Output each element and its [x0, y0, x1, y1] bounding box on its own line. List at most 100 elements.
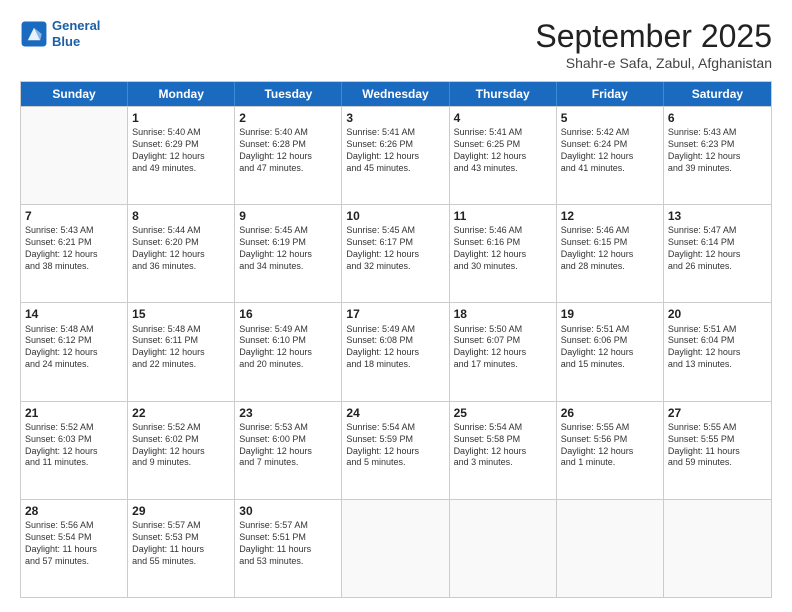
weekday-header-sunday: Sunday	[21, 82, 128, 106]
cell-info: Sunrise: 5:40 AM Sunset: 6:28 PM Dayligh…	[239, 127, 337, 175]
calendar-cell: 11Sunrise: 5:46 AM Sunset: 6:16 PM Dayli…	[450, 205, 557, 302]
day-number: 11	[454, 208, 552, 224]
day-number: 26	[561, 405, 659, 421]
cell-info: Sunrise: 5:54 AM Sunset: 5:59 PM Dayligh…	[346, 422, 444, 470]
calendar-cell: 5Sunrise: 5:42 AM Sunset: 6:24 PM Daylig…	[557, 107, 664, 204]
day-number: 6	[668, 110, 767, 126]
cell-info: Sunrise: 5:51 AM Sunset: 6:04 PM Dayligh…	[668, 324, 767, 372]
cell-info: Sunrise: 5:57 AM Sunset: 5:51 PM Dayligh…	[239, 520, 337, 568]
day-number: 5	[561, 110, 659, 126]
calendar-week-1: 1Sunrise: 5:40 AM Sunset: 6:29 PM Daylig…	[21, 106, 771, 204]
day-number: 27	[668, 405, 767, 421]
month-title: September 2025	[535, 18, 772, 55]
day-number: 12	[561, 208, 659, 224]
calendar-cell: 20 Sunrise: 5:51 AM Sunset: 6:04 PM Dayli…	[664, 303, 771, 400]
calendar-cell	[342, 500, 449, 597]
day-number: 3	[346, 110, 444, 126]
weekday-header-wednesday: Wednesday	[342, 82, 449, 106]
calendar-cell: 24Sunrise: 5:54 AM Sunset: 5:59 PM Dayli…	[342, 402, 449, 499]
logo-text: General Blue	[52, 18, 100, 49]
calendar: SundayMondayTuesdayWednesdayThursdayFrid…	[20, 81, 772, 598]
weekday-header-saturday: Saturday	[664, 82, 771, 106]
calendar-week-4: 21Sunrise: 5:52 AM Sunset: 6:03 PM Dayli…	[21, 401, 771, 499]
cell-info: Sunrise: 5:54 AM Sunset: 5:58 PM Dayligh…	[454, 422, 552, 470]
cell-info: Sunrise: 5:40 AM Sunset: 6:29 PM Dayligh…	[132, 127, 230, 175]
day-number: 9	[239, 208, 337, 224]
day-number: 13	[668, 208, 767, 224]
cell-info: Sunrise: 5:45 AM Sunset: 6:19 PM Dayligh…	[239, 225, 337, 273]
calendar-cell: 4Sunrise: 5:41 AM Sunset: 6:25 PM Daylig…	[450, 107, 557, 204]
cell-info: Sunrise: 5:41 AM Sunset: 6:25 PM Dayligh…	[454, 127, 552, 175]
cell-info: Sunrise: 5:53 AM Sunset: 6:00 PM Dayligh…	[239, 422, 337, 470]
cell-info: Sunrise: 5:44 AM Sunset: 6:20 PM Dayligh…	[132, 225, 230, 273]
cell-info: Sunrise: 5:50 AM Sunset: 6:07 PM Dayligh…	[454, 324, 552, 372]
calendar-week-5: 28Sunrise: 5:56 AM Sunset: 5:54 PM Dayli…	[21, 499, 771, 597]
weekday-header-thursday: Thursday	[450, 82, 557, 106]
day-number: 14	[25, 306, 123, 322]
cell-info: Sunrise: 5:52 AM Sunset: 6:02 PM Dayligh…	[132, 422, 230, 470]
calendar-cell: 8Sunrise: 5:44 AM Sunset: 6:20 PM Daylig…	[128, 205, 235, 302]
calendar-body: 1Sunrise: 5:40 AM Sunset: 6:29 PM Daylig…	[21, 106, 771, 597]
cell-info: Sunrise: 5:55 AM Sunset: 5:56 PM Dayligh…	[561, 422, 659, 470]
day-number: 29	[132, 503, 230, 519]
calendar-cell	[450, 500, 557, 597]
calendar-cell: 3Sunrise: 5:41 AM Sunset: 6:26 PM Daylig…	[342, 107, 449, 204]
calendar-cell: 19Sunrise: 5:51 AM Sunset: 6:06 PM Dayli…	[557, 303, 664, 400]
page: General Blue September 2025 Shahr-e Safa…	[0, 0, 792, 612]
calendar-cell: 10Sunrise: 5:45 AM Sunset: 6:17 PM Dayli…	[342, 205, 449, 302]
cell-info: Sunrise: 5:46 AM Sunset: 6:16 PM Dayligh…	[454, 225, 552, 273]
day-number: 16	[239, 306, 337, 322]
calendar-header: SundayMondayTuesdayWednesdayThursdayFrid…	[21, 82, 771, 106]
logo: General Blue	[20, 18, 100, 49]
day-number: 22	[132, 405, 230, 421]
calendar-cell: 30Sunrise: 5:57 AM Sunset: 5:51 PM Dayli…	[235, 500, 342, 597]
calendar-cell: 9Sunrise: 5:45 AM Sunset: 6:19 PM Daylig…	[235, 205, 342, 302]
cell-info: Sunrise: 5:56 AM Sunset: 5:54 PM Dayligh…	[25, 520, 123, 568]
day-number: 2	[239, 110, 337, 126]
calendar-cell: 15Sunrise: 5:48 AM Sunset: 6:11 PM Dayli…	[128, 303, 235, 400]
calendar-cell	[557, 500, 664, 597]
calendar-cell: 1Sunrise: 5:40 AM Sunset: 6:29 PM Daylig…	[128, 107, 235, 204]
weekday-header-monday: Monday	[128, 82, 235, 106]
day-number: 1	[132, 110, 230, 126]
day-number: 20	[668, 306, 767, 322]
day-number: 23	[239, 405, 337, 421]
title-block: September 2025 Shahr-e Safa, Zabul, Afgh…	[535, 18, 772, 71]
calendar-cell: 18Sunrise: 5:50 AM Sunset: 6:07 PM Dayli…	[450, 303, 557, 400]
cell-info: Sunrise: 5:48 AM Sunset: 6:11 PM Dayligh…	[132, 324, 230, 372]
calendar-cell: 25Sunrise: 5:54 AM Sunset: 5:58 PM Dayli…	[450, 402, 557, 499]
cell-info: Sunrise: 5:42 AM Sunset: 6:24 PM Dayligh…	[561, 127, 659, 175]
day-number: 10	[346, 208, 444, 224]
calendar-cell: 26Sunrise: 5:55 AM Sunset: 5:56 PM Dayli…	[557, 402, 664, 499]
cell-info: Sunrise: 5:45 AM Sunset: 6:17 PM Dayligh…	[346, 225, 444, 273]
cell-info: Sunrise: 5:49 AM Sunset: 6:10 PM Dayligh…	[239, 324, 337, 372]
calendar-cell: 28Sunrise: 5:56 AM Sunset: 5:54 PM Dayli…	[21, 500, 128, 597]
location-title: Shahr-e Safa, Zabul, Afghanistan	[535, 55, 772, 71]
calendar-cell: 7Sunrise: 5:43 AM Sunset: 6:21 PM Daylig…	[21, 205, 128, 302]
logo-general: General	[52, 18, 100, 33]
calendar-cell: 23Sunrise: 5:53 AM Sunset: 6:00 PM Dayli…	[235, 402, 342, 499]
calendar-cell	[21, 107, 128, 204]
calendar-week-3: 14Sunrise: 5:48 AM Sunset: 6:12 PM Dayli…	[21, 302, 771, 400]
calendar-cell: 6Sunrise: 5:43 AM Sunset: 6:23 PM Daylig…	[664, 107, 771, 204]
day-number: 4	[454, 110, 552, 126]
day-number: 30	[239, 503, 337, 519]
calendar-cell: 29Sunrise: 5:57 AM Sunset: 5:53 PM Dayli…	[128, 500, 235, 597]
logo-blue: Blue	[52, 34, 80, 49]
logo-icon	[20, 20, 48, 48]
day-number: 17	[346, 306, 444, 322]
calendar-cell: 21Sunrise: 5:52 AM Sunset: 6:03 PM Dayli…	[21, 402, 128, 499]
calendar-cell: 27Sunrise: 5:55 AM Sunset: 5:55 PM Dayli…	[664, 402, 771, 499]
cell-info: Sunrise: 5:55 AM Sunset: 5:55 PM Dayligh…	[668, 422, 767, 470]
cell-info: Sunrise: 5:46 AM Sunset: 6:15 PM Dayligh…	[561, 225, 659, 273]
day-number: 25	[454, 405, 552, 421]
cell-info: Sunrise: 5:41 AM Sunset: 6:26 PM Dayligh…	[346, 127, 444, 175]
cell-info: Sunrise: 5:57 AM Sunset: 5:53 PM Dayligh…	[132, 520, 230, 568]
header: General Blue September 2025 Shahr-e Safa…	[20, 18, 772, 71]
cell-info: Sunrise: 5:47 AM Sunset: 6:14 PM Dayligh…	[668, 225, 767, 273]
day-number: 24	[346, 405, 444, 421]
cell-info: Sunrise: 5:52 AM Sunset: 6:03 PM Dayligh…	[25, 422, 123, 470]
weekday-header-tuesday: Tuesday	[235, 82, 342, 106]
calendar-cell: 22Sunrise: 5:52 AM Sunset: 6:02 PM Dayli…	[128, 402, 235, 499]
cell-info: Sunrise: 5:49 AM Sunset: 6:08 PM Dayligh…	[346, 324, 444, 372]
